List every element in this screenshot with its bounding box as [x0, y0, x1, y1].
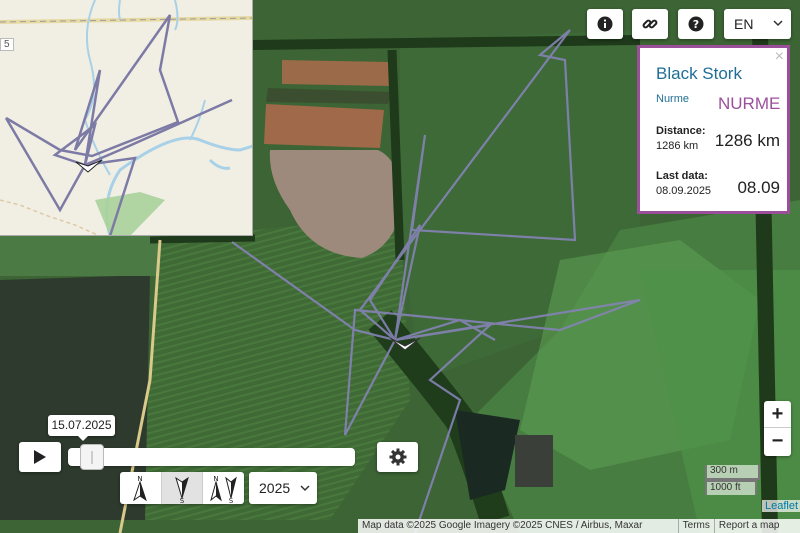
- share-link-button[interactable]: [632, 9, 668, 39]
- language-value: EN: [734, 16, 754, 32]
- zoom-in-button[interactable]: +: [764, 401, 791, 428]
- minimap-label: 5: [0, 38, 14, 51]
- south-label: S: [179, 497, 184, 504]
- scale-metric: 300 m: [705, 465, 760, 480]
- last-data-value-small: 08.09.2025: [656, 185, 712, 197]
- play-button[interactable]: [19, 442, 61, 472]
- settings-button[interactable]: [377, 442, 418, 472]
- last-data-value-big: 08.09: [737, 178, 780, 197]
- overview-minimap[interactable]: 5: [0, 0, 253, 236]
- info-button[interactable]: [587, 9, 623, 39]
- bird-name-large: NURME: [718, 94, 781, 113]
- north-arrow-icon: N: [133, 475, 147, 502]
- report-error-link[interactable]: Report a map error: [715, 519, 800, 533]
- leaflet-link[interactable]: Leaflet: [762, 500, 800, 512]
- timeline-slider[interactable]: [68, 448, 355, 466]
- scale-imperial: 1000 ft: [705, 480, 757, 495]
- map-attribution: Map data ©2025 Google Imagery ©2025 CNES…: [358, 519, 800, 533]
- zoom-out-button[interactable]: −: [764, 428, 791, 455]
- distance-value-small: 1286 km: [656, 140, 699, 152]
- direction-both-button[interactable]: N S: [203, 472, 244, 504]
- last-data-label: Last data:: [656, 170, 708, 182]
- year-select[interactable]: 2025: [249, 472, 317, 504]
- year-value: 2025: [259, 480, 291, 496]
- timeline-slider-handle[interactable]: [79, 444, 104, 470]
- distance-value-big: 1286 km: [714, 131, 780, 150]
- terms-link[interactable]: Terms: [679, 519, 715, 533]
- help-icon: ?: [688, 16, 704, 32]
- play-icon: [34, 450, 46, 464]
- zoom-control: + −: [764, 401, 791, 456]
- bird-name-small: Nurme: [656, 93, 690, 105]
- gear-icon: [389, 448, 406, 466]
- chevron-down-icon: [773, 20, 783, 27]
- direction-filter-group: N S N S: [120, 472, 244, 504]
- distance-label: Distance:: [656, 125, 706, 137]
- close-button[interactable]: ×: [775, 49, 784, 65]
- both-south-label: S: [229, 497, 234, 504]
- direction-south-button[interactable]: S: [161, 472, 204, 504]
- species-name: Black Stork: [656, 64, 742, 83]
- svg-text:?: ?: [693, 18, 699, 31]
- bird-info-card: × Black Stork Nurme NURME Distance: 1286…: [637, 45, 790, 214]
- chevron-down-icon: [300, 485, 310, 492]
- language-select[interactable]: EN: [724, 9, 791, 39]
- map-data-text: Map data ©2025 Google Imagery ©2025 CNES…: [358, 519, 679, 533]
- info-icon: [597, 16, 613, 32]
- south-arrow-icon: S: [174, 476, 189, 504]
- current-date-tooltip: 15.07.2025: [48, 415, 115, 441]
- direction-north-button[interactable]: N: [120, 472, 162, 504]
- north-south-arrows-icon: N S: [210, 475, 238, 504]
- link-icon: [642, 19, 658, 29]
- help-button[interactable]: ?: [678, 9, 714, 39]
